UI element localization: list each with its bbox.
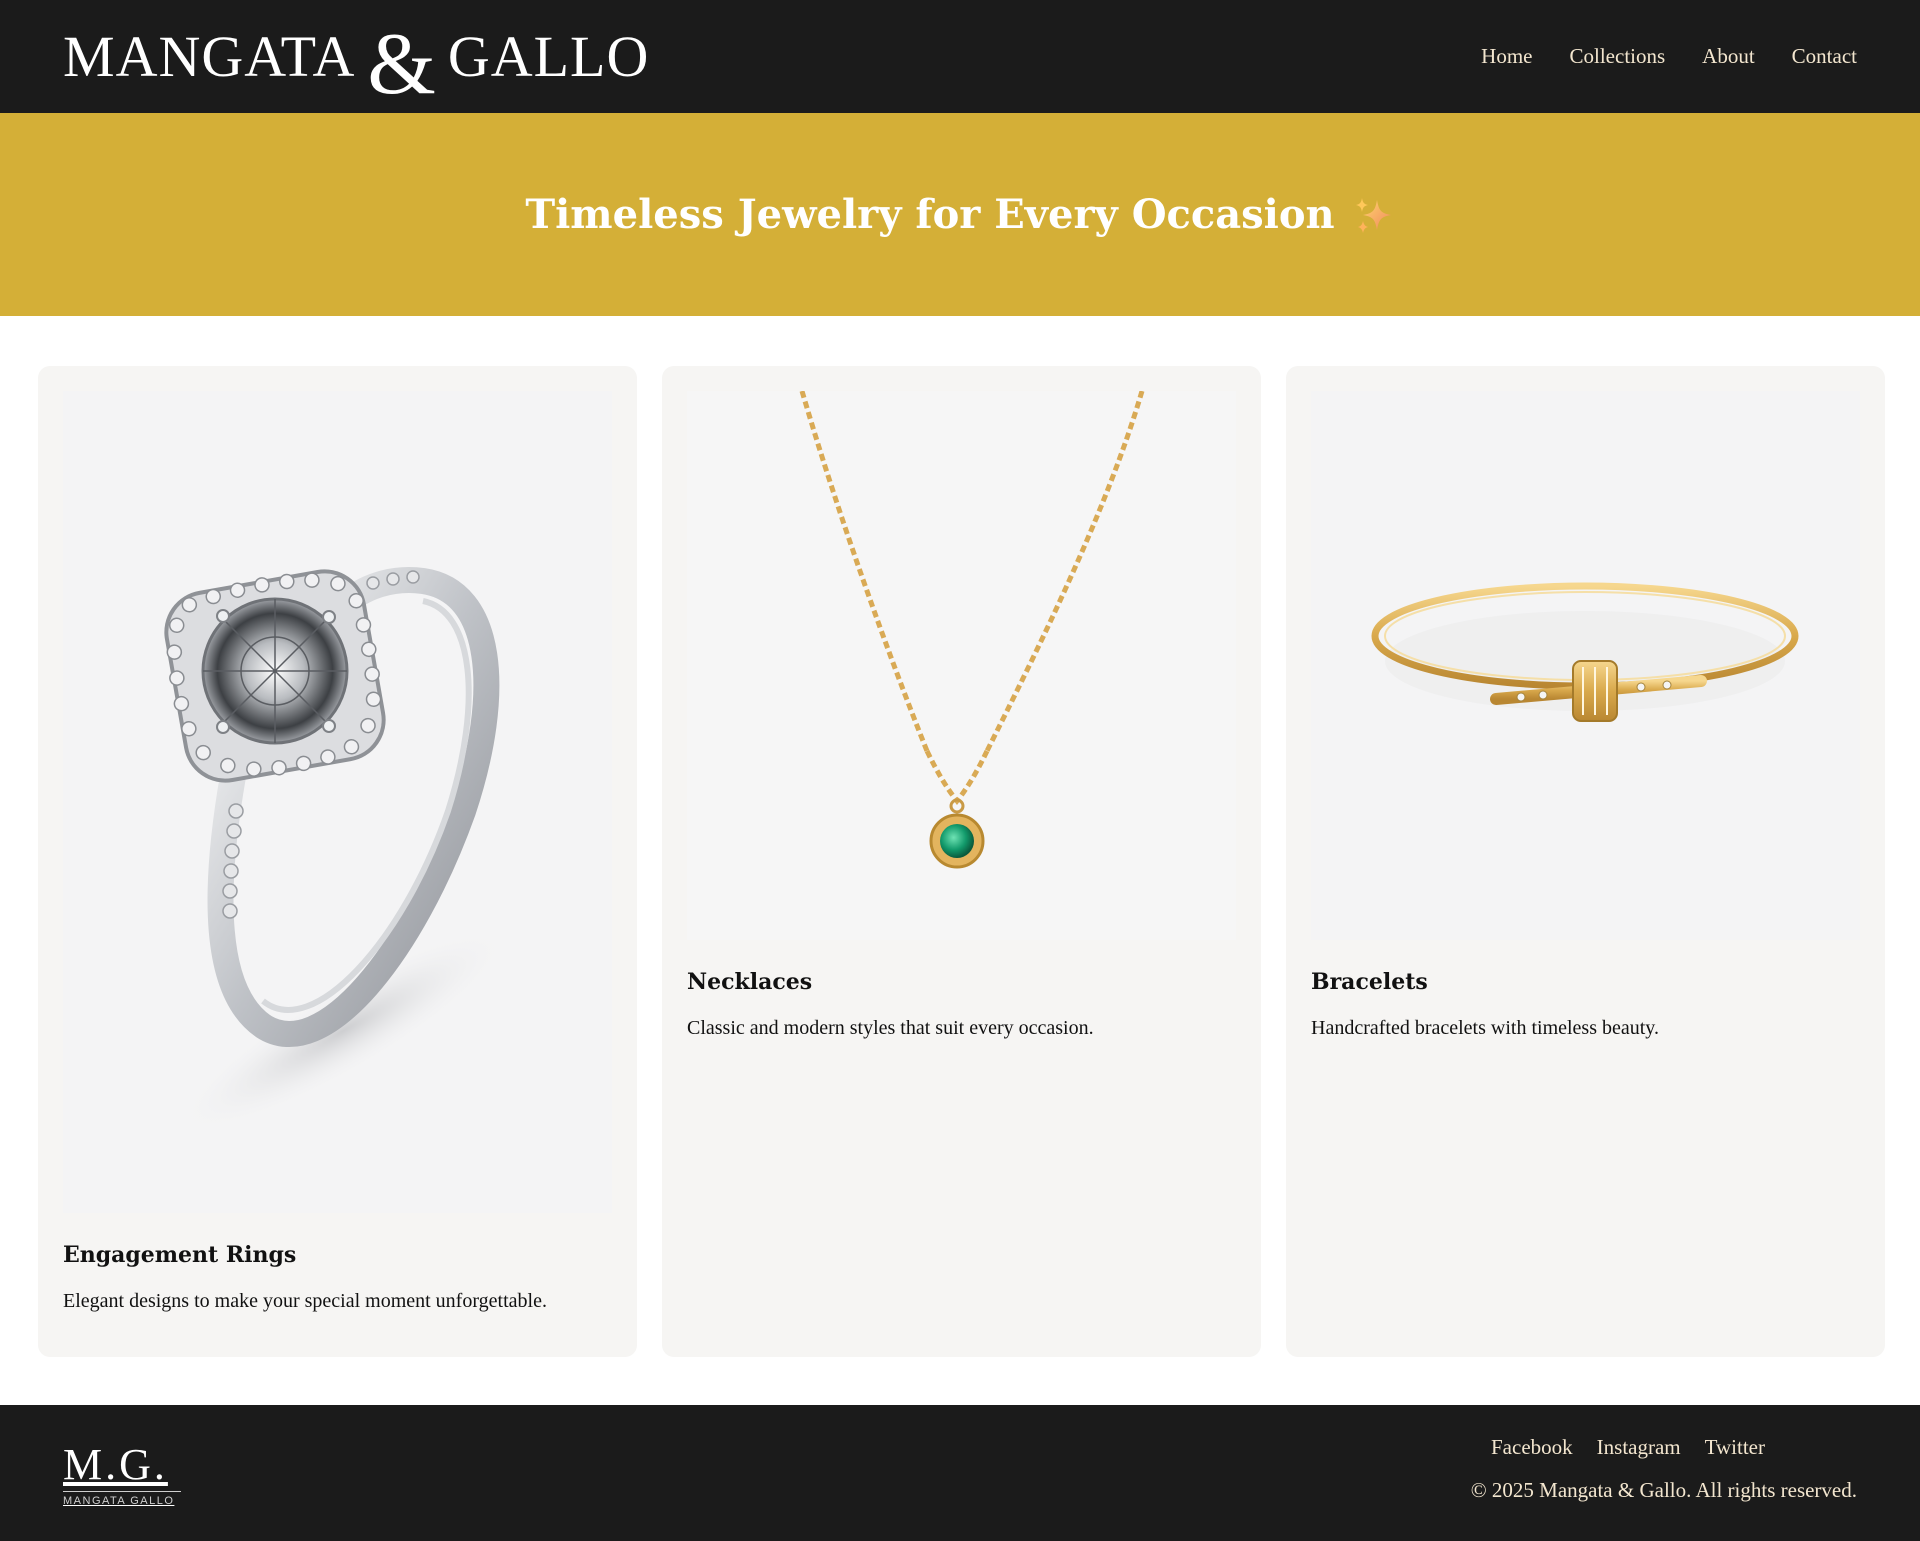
logo-ampersand: &: [367, 15, 436, 113]
hero-heading: Timeless Jewelry for Every Occasion: [525, 191, 1394, 238]
card-engagement-rings[interactable]: Engagement Rings Elegant designs to make…: [38, 366, 637, 1357]
card-description: Elegant designs to make your special mom…: [63, 1290, 547, 1312]
footer-logo[interactable]: M.G. MANGATA GALLO: [63, 1435, 181, 1507]
collections-grid: Engagement Rings Elegant designs to make…: [0, 316, 1920, 1357]
logo-word-mangata: MANGATA: [63, 23, 356, 89]
nav-contact-link[interactable]: Contact: [1792, 44, 1857, 69]
card-description: Handcrafted bracelets with timeless beau…: [1311, 1017, 1660, 1039]
brand-logo[interactable]: MANGATA & GALLO: [63, 13, 650, 108]
gold-cuff-illustration: [1371, 582, 1799, 722]
main-nav: Home Collections About Contact: [1481, 44, 1857, 69]
site-footer: M.G. MANGATA GALLO Facebook Instagram Tw…: [0, 1405, 1920, 1541]
card-title: Necklaces: [687, 969, 813, 995]
diamond-ring-illustration: [164, 567, 509, 1133]
sparkles-icon: [1355, 197, 1391, 233]
card-title: Bracelets: [1311, 969, 1428, 995]
hero-banner: Timeless Jewelry for Every Occasion: [0, 113, 1920, 316]
nav-about-link[interactable]: About: [1702, 44, 1755, 69]
logo-word-gallo: GALLO: [447, 23, 650, 89]
hero-title: Timeless Jewelry for Every Occasion: [525, 191, 1335, 238]
nav-home-link[interactable]: Home: [1481, 44, 1532, 69]
instagram-link[interactable]: Instagram: [1597, 1435, 1681, 1460]
nav-collections-link[interactable]: Collections: [1570, 44, 1666, 69]
copyright-text: © 2025 Mangata & Gallo. All rights reser…: [1470, 1478, 1857, 1502]
card-title: Engagement Rings: [63, 1242, 297, 1268]
card-description: Classic and modern styles that suit ever…: [687, 1017, 1094, 1039]
necklace-image: [687, 391, 1236, 940]
footer-logo-mark: M.G.: [63, 1440, 168, 1489]
social-links: Facebook Instagram Twitter: [1491, 1435, 1765, 1460]
site-header: MANGATA & GALLO Home Collections About C…: [0, 0, 1920, 113]
card-bracelets[interactable]: Bracelets Handcrafted bracelets with tim…: [1286, 366, 1885, 1357]
facebook-link[interactable]: Facebook: [1491, 1435, 1573, 1460]
footer-logo-subtitle: MANGATA GALLO: [63, 1495, 175, 1507]
pendant-necklace-illustration: [799, 391, 1145, 869]
ring-image: [63, 391, 612, 1213]
card-necklaces[interactable]: Necklaces Classic and modern styles that…: [662, 366, 1261, 1357]
bracelet-image: [1311, 391, 1860, 940]
footer-right: Facebook Instagram Twitter © 2025 Mangat…: [1471, 1435, 1857, 1503]
footer-logo-rule: [63, 1491, 181, 1492]
twitter-link[interactable]: Twitter: [1705, 1435, 1765, 1460]
